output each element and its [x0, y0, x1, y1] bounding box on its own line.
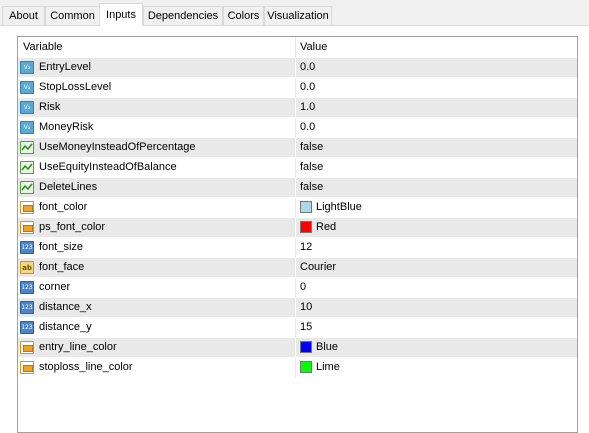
cell-divider	[295, 338, 296, 358]
table-row[interactable]: 123 distance_y 15	[18, 318, 577, 338]
table-row[interactable]: ps_font_color Red	[18, 218, 577, 238]
table-row[interactable]: V₂ EntryLevel 0.0	[18, 58, 577, 78]
variable-value[interactable]: Red	[316, 221, 336, 233]
tab-dependencies[interactable]: Dependencies	[143, 6, 223, 25]
table-row[interactable]: font_color LightBlue	[18, 198, 577, 218]
variable-name: entry_line_color	[39, 341, 117, 353]
variable-name: font_face	[39, 261, 85, 273]
cell-divider	[295, 258, 296, 278]
boolean-icon	[20, 181, 34, 194]
double-variable-icon: V₂	[20, 101, 34, 114]
table-row[interactable]: UseMoneyInsteadOfPercentage false	[18, 138, 577, 158]
variable-value[interactable]: false	[300, 181, 323, 193]
table-row[interactable]: ab font_face Courier	[18, 258, 577, 278]
variable-value[interactable]: LightBlue	[316, 201, 362, 213]
cell-divider	[295, 78, 296, 98]
variable-value[interactable]: false	[300, 141, 323, 153]
variable-value[interactable]: 12	[300, 241, 312, 253]
table-row[interactable]: 123 font_size 12	[18, 238, 577, 258]
cell-divider	[295, 218, 296, 238]
variable-value[interactable]: 0	[300, 281, 306, 293]
variable-value[interactable]: false	[300, 161, 323, 173]
variable-value[interactable]: Lime	[316, 361, 340, 373]
table-header: Variable Value	[18, 37, 577, 58]
integer-icon: 123	[20, 321, 34, 334]
integer-icon: 123	[20, 281, 34, 294]
tab-colors[interactable]: Colors	[223, 6, 264, 25]
color-icon	[20, 361, 34, 374]
color-icon	[20, 221, 34, 234]
cell-divider	[295, 158, 296, 178]
tab-common[interactable]: Common	[45, 6, 100, 25]
tab-inputs[interactable]: Inputs	[99, 3, 143, 26]
tab-about[interactable]: About	[2, 6, 45, 25]
integer-icon: 123	[20, 241, 34, 254]
variable-name: stoploss_line_color	[39, 361, 133, 373]
table-row[interactable]: DeleteLines false	[18, 178, 577, 198]
variable-name: distance_x	[39, 301, 92, 313]
variable-name: MoneyRisk	[39, 121, 94, 133]
table-row[interactable]: 123 corner 0	[18, 278, 577, 298]
cell-divider	[295, 98, 296, 118]
column-divider[interactable]	[295, 37, 296, 58]
variable-value[interactable]: 0.0	[300, 121, 315, 133]
table-row[interactable]: stoploss_line_color Lime	[18, 358, 577, 378]
variable-name: font_size	[39, 241, 84, 253]
double-variable-icon: V₂	[20, 61, 34, 74]
variable-value[interactable]: 0.0	[300, 61, 315, 73]
tab-visualization[interactable]: Visualization	[264, 6, 332, 25]
table-row[interactable]: entry_line_color Blue	[18, 338, 577, 358]
string-icon: ab	[20, 261, 34, 274]
variable-name: EntryLevel	[39, 61, 91, 73]
double-variable-icon: V₂	[20, 81, 34, 94]
color-icon	[20, 341, 34, 354]
cell-divider	[295, 138, 296, 158]
variable-value[interactable]: 10	[300, 301, 312, 313]
variable-name: Risk	[39, 101, 61, 113]
table-row[interactable]: 123 distance_x 10	[18, 298, 577, 318]
variable-name: font_color	[39, 201, 88, 213]
table-row[interactable]: V₂ MoneyRisk 0.0	[18, 118, 577, 138]
cell-divider	[295, 118, 296, 138]
boolean-icon	[20, 141, 34, 154]
table-row[interactable]: V₂ Risk 1.0	[18, 98, 577, 118]
color-swatch[interactable]	[300, 221, 312, 233]
variable-value[interactable]: 0.0	[300, 81, 315, 93]
variable-name: distance_y	[39, 321, 92, 333]
variable-name: UseEquityInsteadOfBalance	[39, 161, 177, 173]
cell-divider	[295, 318, 296, 338]
cell-divider	[295, 278, 296, 298]
boolean-icon	[20, 161, 34, 174]
variable-name: DeleteLines	[39, 181, 98, 193]
variable-value[interactable]: Blue	[316, 341, 338, 353]
column-header-value[interactable]: Value	[300, 41, 327, 53]
variable-name: corner	[39, 281, 71, 293]
table-row[interactable]: UseEquityInsteadOfBalance false	[18, 158, 577, 178]
color-swatch[interactable]	[300, 341, 312, 353]
double-variable-icon: V₂	[20, 121, 34, 134]
variable-value[interactable]: 15	[300, 321, 312, 333]
variable-name: StopLossLevel	[39, 81, 112, 93]
integer-icon: 123	[20, 301, 34, 314]
table-row[interactable]: V₂ StopLossLevel 0.0	[18, 78, 577, 98]
variable-value[interactable]: 1.0	[300, 101, 315, 113]
color-swatch[interactable]	[300, 361, 312, 373]
inputs-table: Variable Value V₂ EntryLevel 0.0 V₂ StopLoss…	[17, 36, 578, 433]
cell-divider	[295, 58, 296, 78]
cell-divider	[295, 198, 296, 218]
color-icon	[20, 201, 34, 214]
tab-bar: About Common Inputs Dependencies Colors …	[0, 0, 589, 26]
variable-name: ps_font_color	[39, 221, 106, 233]
cell-divider	[295, 178, 296, 198]
color-swatch[interactable]	[300, 201, 312, 213]
variable-value[interactable]: Courier	[300, 261, 336, 273]
column-header-variable[interactable]: Variable	[23, 41, 63, 53]
variable-name: UseMoneyInsteadOfPercentage	[39, 141, 196, 153]
cell-divider	[295, 298, 296, 318]
cell-divider	[295, 358, 296, 378]
cell-divider	[295, 238, 296, 258]
